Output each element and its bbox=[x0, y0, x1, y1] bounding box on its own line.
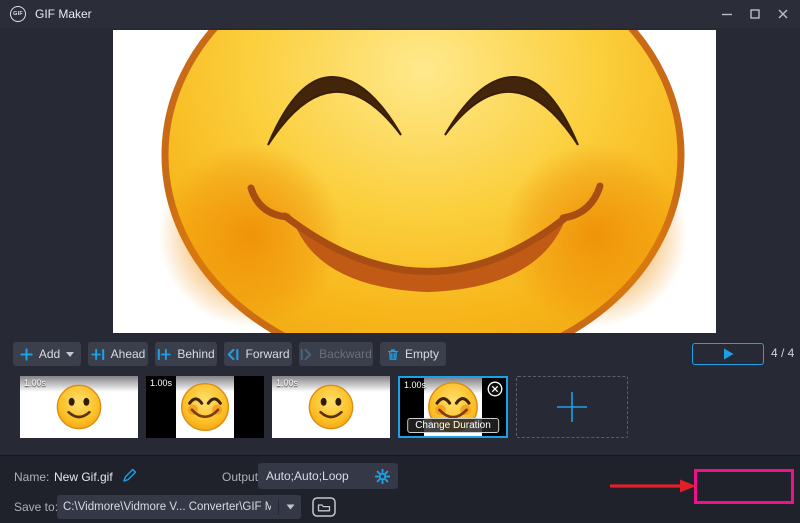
timeline-frame-3[interactable]: 1.00s bbox=[272, 376, 390, 438]
name-label: Name: bbox=[14, 470, 49, 484]
ahead-button-label: Ahead bbox=[111, 347, 146, 361]
save-path-value: C:\Vidmore\Vidmore V... Converter\GIF Ma… bbox=[63, 501, 271, 513]
folder-icon bbox=[312, 497, 336, 517]
footer-bar: Name: New Gif.gif Output: Auto;Auto;Loop… bbox=[0, 455, 800, 523]
gear-icon[interactable] bbox=[375, 469, 390, 484]
add-frame-slot[interactable] bbox=[516, 376, 628, 438]
empty-button-label: Empty bbox=[405, 347, 439, 361]
frame-duration-label: 1.00s bbox=[404, 380, 426, 390]
add-button-label: Add bbox=[39, 347, 60, 361]
save-to-label: Save to: bbox=[14, 500, 58, 514]
preview-smiley-image bbox=[113, 30, 716, 333]
add-frame-button[interactable]: Add bbox=[13, 342, 81, 366]
timeline-frame-2[interactable]: 1.00s bbox=[146, 376, 264, 438]
app-logo-icon: GIF bbox=[10, 6, 26, 22]
frame-timeline: 1.00s 1.00s 1. bbox=[20, 376, 628, 438]
output-label: Output: bbox=[222, 470, 261, 484]
timeline-frame-1[interactable]: 1.00s bbox=[20, 376, 138, 438]
smiley-closed-eyes-icon bbox=[177, 379, 233, 435]
field-divider bbox=[278, 499, 279, 515]
dropdown-caret-icon bbox=[66, 352, 74, 357]
name-value: New Gif.gif bbox=[54, 470, 113, 484]
insert-behind-button[interactable]: Behind bbox=[155, 342, 217, 366]
frame-counter: 4 / 4 bbox=[771, 346, 794, 360]
play-button[interactable] bbox=[692, 343, 764, 365]
open-folder-button[interactable] bbox=[310, 495, 338, 519]
frame-toolbar: Add Ahead Behind Forward Backward Empty bbox=[0, 342, 800, 368]
edit-name-icon[interactable] bbox=[122, 468, 137, 483]
frame-duration-label: 1.00s bbox=[276, 378, 298, 388]
title-bar: GIF GIF Maker bbox=[0, 0, 800, 28]
change-duration-button[interactable]: Change Duration bbox=[407, 418, 499, 433]
plus-bar-icon bbox=[91, 348, 105, 361]
chevron-left-bar-icon bbox=[226, 348, 239, 361]
window-title: GIF Maker bbox=[35, 7, 92, 21]
maximize-icon[interactable] bbox=[748, 7, 762, 21]
smiley-open-eyes-icon bbox=[53, 381, 105, 433]
move-forward-button[interactable]: Forward bbox=[224, 342, 292, 366]
plus-icon bbox=[20, 348, 33, 361]
backward-button-label: Backward bbox=[319, 347, 372, 361]
frame-duration-label: 1.00s bbox=[24, 378, 46, 388]
bar-chevron-right-icon bbox=[300, 348, 313, 361]
trash-icon bbox=[387, 348, 399, 361]
move-backward-button[interactable]: Backward bbox=[299, 342, 373, 366]
preview-canvas bbox=[113, 30, 716, 333]
smiley-open-eyes-icon bbox=[305, 381, 357, 433]
timeline-frame-4-selected[interactable]: 1.00s Change Duration bbox=[398, 376, 508, 438]
save-path-dropdown[interactable]: C:\Vidmore\Vidmore V... Converter\GIF Ma… bbox=[57, 495, 301, 519]
dropdown-caret-icon[interactable] bbox=[286, 504, 295, 510]
play-icon bbox=[723, 348, 734, 360]
forward-button-label: Forward bbox=[245, 347, 289, 361]
add-slot-plus-icon bbox=[555, 390, 589, 424]
frame-duration-label: 1.00s bbox=[150, 378, 172, 388]
bar-plus-icon bbox=[157, 348, 171, 361]
app-logo-text: GIF bbox=[13, 11, 23, 17]
output-value: Auto;Auto;Loop bbox=[266, 469, 375, 483]
behind-button-label: Behind bbox=[177, 347, 214, 361]
minimize-icon[interactable] bbox=[720, 7, 734, 21]
insert-ahead-button[interactable]: Ahead bbox=[88, 342, 148, 366]
remove-frame-icon[interactable] bbox=[487, 381, 503, 397]
close-icon[interactable] bbox=[776, 7, 790, 21]
output-settings-field[interactable]: Auto;Auto;Loop bbox=[258, 463, 398, 489]
empty-frames-button[interactable]: Empty bbox=[380, 342, 446, 366]
